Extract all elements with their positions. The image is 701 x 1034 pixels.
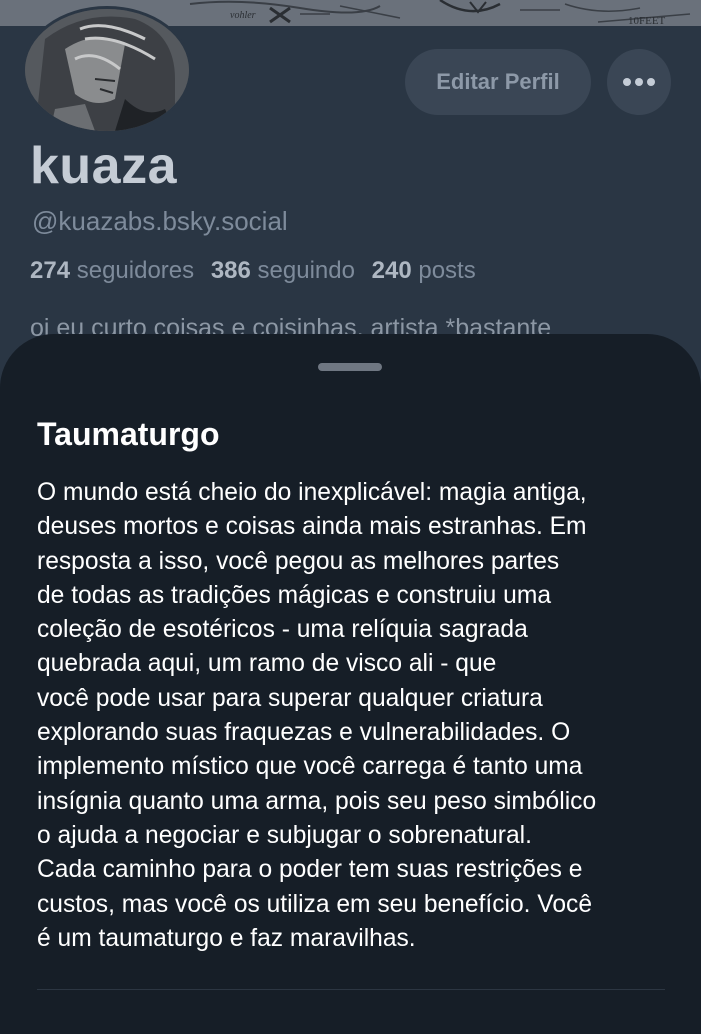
description-line: coleção de esotéricos - uma relíquia sag… [37,616,528,644]
followers-count: 274 [30,257,71,284]
description-line: Cada caminho para o poder tem suas restr… [37,856,583,884]
posts-stat: 240 posts [372,257,476,284]
sheet-title: Taumaturgo [37,416,220,452]
followers-stat[interactable]: 274 seguidores [30,257,194,284]
edit-profile-button[interactable]: Editar Perfil [405,49,591,115]
description-line: implemento místico que você carrega é ta… [37,753,583,781]
posts-count: 240 [371,257,412,284]
sheet-drag-handle[interactable] [318,363,382,371]
description-line: deuses mortos e coisas ainda mais estran… [37,513,587,541]
more-options-button[interactable] [607,49,671,115]
avatar[interactable] [22,6,192,134]
description-line: o ajuda a negociar e subjugar o sobrenat… [37,821,532,849]
bottom-sheet: Taumaturgo O mundo está cheio do inexpli… [0,334,701,1034]
posts-label: posts [418,257,476,284]
description-line: resposta a isso, você pegou as melhores … [37,547,560,575]
description-line: custos, mas você os utiliza em seu benef… [37,890,593,918]
profile-stats: 274 seguidores 386 seguindo 240 posts [30,257,476,285]
description-line: você pode usar para superar qualquer cri… [37,684,543,712]
display-name: kuaza [30,137,178,195]
following-label: seguindo [257,257,355,284]
description-line: é um taumaturgo e faz maravilhas. [37,924,416,952]
following-stat[interactable]: 386 seguindo [211,257,355,284]
ellipsis-icon [623,78,655,86]
banner-sketch-text: vohler [230,10,256,21]
description-line: insígnia quanto uma arma, pois seu peso … [37,787,597,815]
following-count: 386 [210,257,251,284]
sheet-description: O mundo está cheio do inexplicável: magi… [37,476,677,956]
divider [37,989,665,990]
description-line: explorando suas fraquezas e vulnerabilid… [37,719,571,747]
description-line: O mundo está cheio do inexplicável: magi… [37,479,587,506]
avatar-drawing [25,9,189,131]
description-line: de todas as tradições mágicas e construi… [37,581,552,609]
followers-label: seguidores [76,257,195,284]
description-line: quebrada aqui, um ramo de visco ali - qu… [37,650,497,678]
profile-handle: @kuazabs.bsky.social [32,206,288,236]
banner-sketch-text: 10FEET [628,15,666,26]
